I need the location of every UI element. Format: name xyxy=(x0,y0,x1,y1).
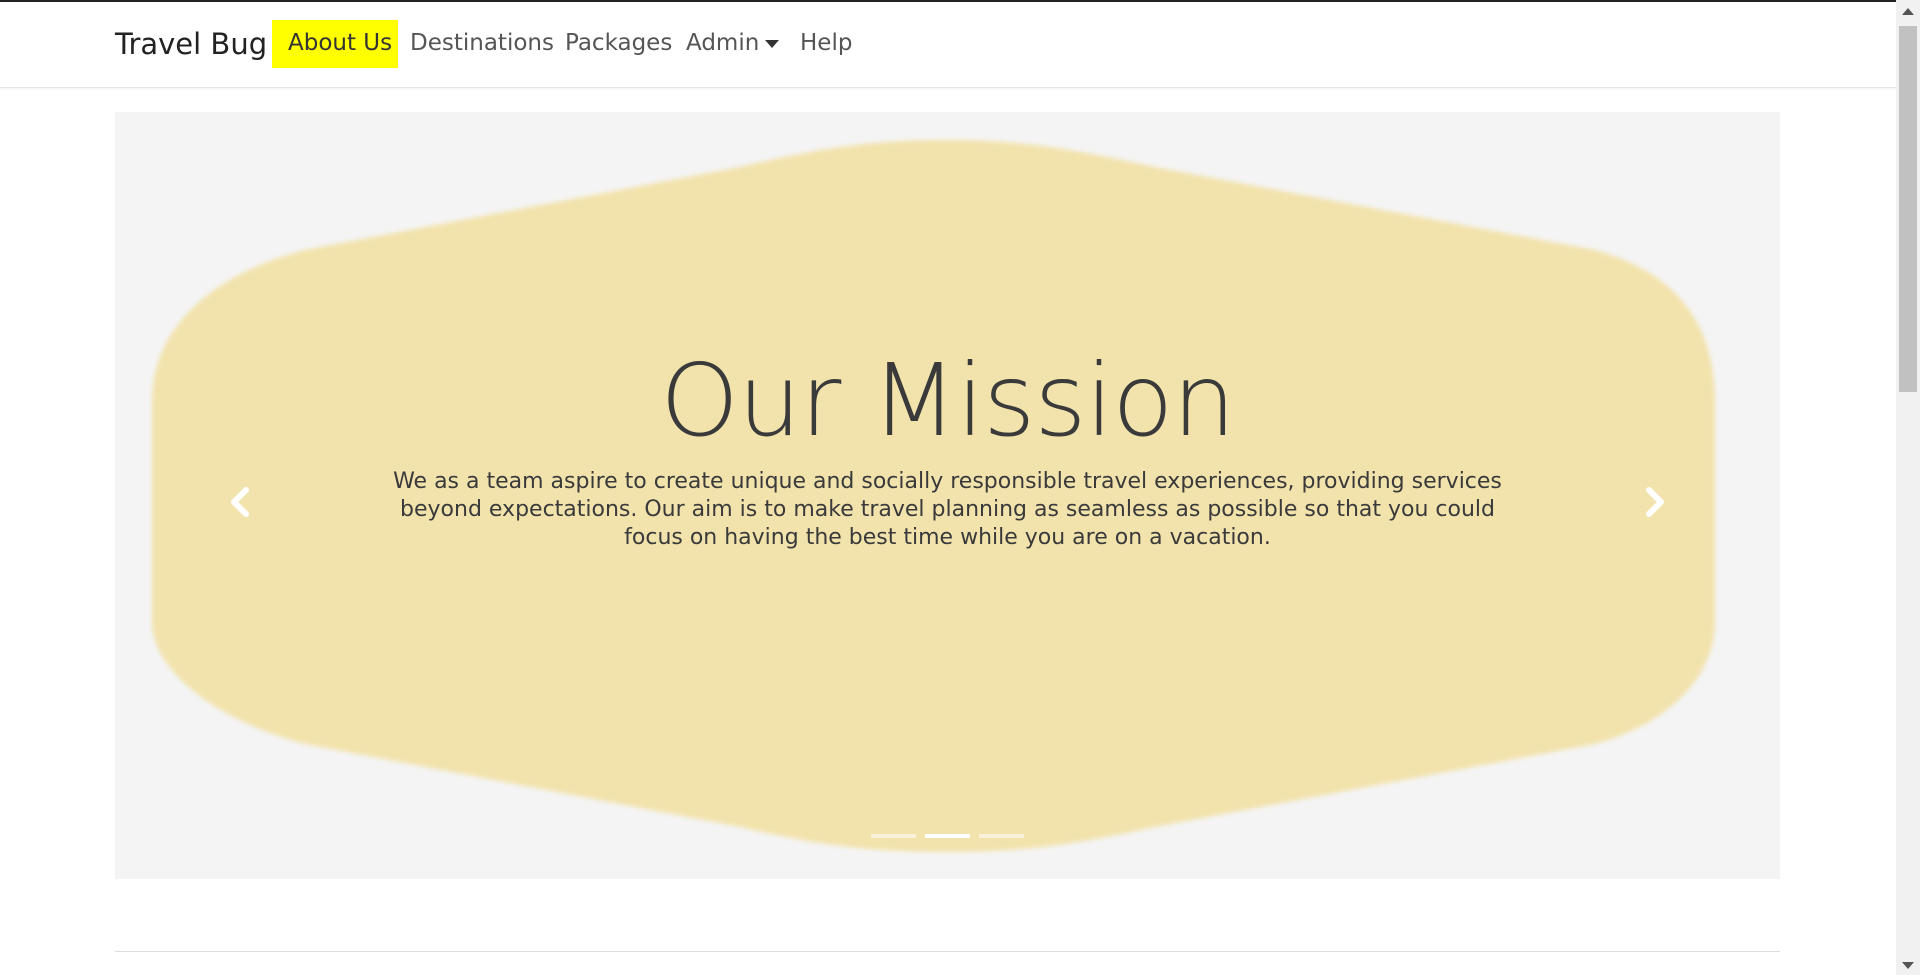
mission-carousel: Our Mission We as a team aspire to creat… xyxy=(115,112,1780,879)
nav-item-admin-label: Admin xyxy=(686,30,760,56)
page-scrollbar[interactable] xyxy=(1896,0,1920,975)
slide-text: We as a team aspire to create unique and… xyxy=(393,469,1502,550)
section-divider xyxy=(115,951,1780,952)
navbar: Travel Bug About Us Destinations Package… xyxy=(0,2,1896,88)
nav-item-packages[interactable]: Packages xyxy=(565,30,672,56)
carousel-prev-button[interactable] xyxy=(220,472,260,532)
nav-item-about-us[interactable]: About Us xyxy=(272,20,399,68)
brand-logo[interactable]: Travel Bug xyxy=(115,27,267,61)
slide-title: Our Mission xyxy=(660,342,1236,459)
carousel-indicator-2[interactable] xyxy=(925,834,970,838)
caret-down-icon xyxy=(765,39,780,48)
chevron-right-icon xyxy=(1646,487,1664,517)
carousel-next-button[interactable] xyxy=(1635,472,1675,532)
carousel-indicator-1[interactable] xyxy=(871,834,916,838)
carousel-indicator-3[interactable] xyxy=(979,834,1024,838)
nav-item-destinations[interactable]: Destinations xyxy=(410,30,554,56)
scrollbar-thumb[interactable] xyxy=(1899,26,1917,392)
nav-item-admin-dropdown[interactable]: Admin xyxy=(686,30,780,56)
carousel-indicators xyxy=(871,834,1031,840)
nav-item-help[interactable]: Help xyxy=(800,30,852,56)
scroll-down-arrow-icon[interactable] xyxy=(1902,962,1914,969)
chevron-left-icon xyxy=(231,487,249,517)
scroll-up-arrow-icon[interactable] xyxy=(1902,8,1914,15)
